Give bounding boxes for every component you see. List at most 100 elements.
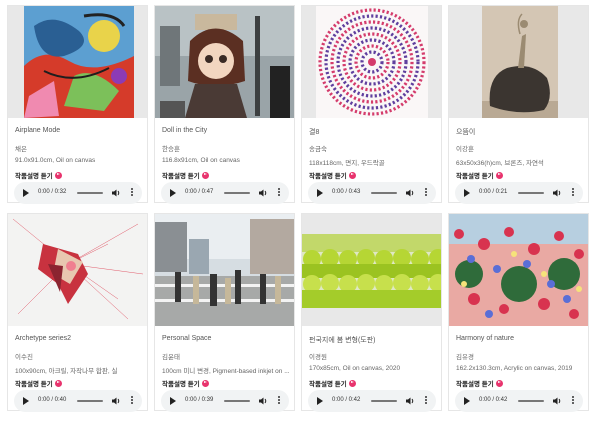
more-options-icon[interactable]	[571, 396, 575, 406]
artwork-card: Harmony of nature 김유경 162.2x130.3cm, Acr…	[448, 213, 589, 412]
artwork-image[interactable]	[155, 6, 294, 118]
volume-icon[interactable]	[258, 396, 268, 406]
artwork-title: Harmony of nature	[456, 335, 514, 342]
play-icon[interactable]	[170, 189, 176, 197]
more-options-icon[interactable]	[277, 396, 281, 406]
audio-time: 0:00 / 0:32	[38, 189, 67, 195]
artwork-image[interactable]	[155, 214, 294, 326]
artwork-image[interactable]	[449, 6, 588, 118]
listen-description-link[interactable]: 작품설명 듣기	[15, 378, 62, 388]
artwork-sculpture	[482, 6, 558, 118]
listen-label: 작품설명 듣기	[15, 381, 53, 388]
artwork-painting	[316, 6, 428, 118]
audio-progress-bar[interactable]	[371, 192, 397, 194]
audio-progress-bar[interactable]	[518, 400, 544, 402]
audio-player: 0:00 / 0:39	[161, 390, 289, 412]
artwork-artist: 김유경	[456, 354, 474, 361]
artwork-painting	[449, 214, 588, 326]
artwork-spec: 63x50x36(h)cm, 브론즈, 자연석	[456, 160, 544, 167]
volume-icon[interactable]	[405, 188, 415, 198]
artwork-artist: 이수진	[15, 354, 33, 361]
artwork-title: 결8	[309, 129, 320, 136]
play-icon[interactable]	[23, 189, 29, 197]
audio-player: 0:00 / 0:47	[161, 182, 289, 204]
artwork-card: Personal Space 김윤태 100cm 미니 변경, Pigment-…	[154, 213, 295, 412]
listen-label: 작품설명 듣기	[309, 381, 347, 388]
listen-description-link[interactable]: 작품설명 듣기	[162, 170, 209, 180]
audio-progress-bar[interactable]	[224, 192, 250, 194]
audio-time: 0:00 / 0:39	[185, 397, 214, 403]
more-options-icon[interactable]	[277, 188, 281, 198]
artwork-card: Archetype series2 이수진 100x90cm, 아크릴, 자작나…	[7, 213, 148, 412]
listen-label: 작품설명 듣기	[162, 381, 200, 388]
artwork-spec: 116.8x91cm, Oil on canvas	[162, 157, 240, 164]
volume-icon[interactable]	[405, 396, 415, 406]
listen-description-link[interactable]: 작품설명 듣기	[456, 170, 503, 180]
audio-progress-bar[interactable]	[518, 192, 544, 194]
artwork-image[interactable]	[8, 214, 147, 326]
artwork-spec: 118x118cm, 면지, 우드락골	[309, 160, 385, 167]
listen-description-link[interactable]: 작품설명 듣기	[309, 378, 356, 388]
listen-label: 작품설명 듣기	[15, 173, 53, 180]
listen-label: 작품설명 듣기	[456, 173, 494, 180]
more-options-icon[interactable]	[424, 188, 428, 198]
volume-icon[interactable]	[111, 188, 121, 198]
more-options-icon[interactable]	[571, 188, 575, 198]
artwork-image[interactable]	[302, 214, 441, 326]
artwork-image[interactable]	[8, 6, 147, 118]
audio-player: 0:00 / 0:42	[455, 390, 583, 412]
listen-description-link[interactable]: 작품설명 듣기	[15, 170, 62, 180]
artwork-card: 펀국지에 봄 변형(도판) 이경원 170x85cm, Oil on canva…	[301, 213, 442, 412]
audio-time: 0:00 / 0:43	[332, 189, 361, 195]
audio-player: 0:00 / 0:32	[14, 182, 142, 204]
audio-progress-bar[interactable]	[371, 400, 397, 402]
play-circle-icon	[495, 171, 503, 179]
audio-progress-bar[interactable]	[224, 400, 250, 402]
artwork-title: Archetype series2	[15, 335, 72, 342]
volume-icon[interactable]	[111, 396, 121, 406]
artwork-image[interactable]	[449, 214, 588, 326]
volume-icon[interactable]	[552, 396, 562, 406]
artwork-spec: 100cm 미니 변경, Pigment-based inkjet on ...	[162, 368, 290, 375]
artwork-painting	[302, 234, 441, 308]
artwork-card: 으뜸이 이강훈 63x50x36(h)cm, 브론즈, 자연석 작품설명 듣기 …	[448, 5, 589, 204]
artwork-card: Doll in the City 한승훈 116.8x91cm, Oil on …	[154, 5, 295, 204]
artwork-image[interactable]	[302, 6, 441, 118]
play-icon[interactable]	[23, 397, 29, 405]
audio-player: 0:00 / 0:40	[14, 390, 142, 412]
volume-icon[interactable]	[552, 188, 562, 198]
more-options-icon[interactable]	[424, 396, 428, 406]
listen-description-link[interactable]: 작품설명 듣기	[456, 378, 503, 388]
audio-time: 0:00 / 0:42	[479, 397, 508, 403]
audio-player: 0:00 / 0:43	[308, 182, 436, 204]
listen-label: 작품설명 듣기	[309, 173, 347, 180]
audio-progress-bar[interactable]	[77, 192, 103, 194]
artwork-spec: 170x85cm, Oil on canvas, 2020	[309, 365, 401, 372]
artwork-card: 결8 송금숙 118x118cm, 면지, 우드락골 작품설명 듣기 0:00 …	[301, 5, 442, 204]
more-options-icon[interactable]	[130, 188, 134, 198]
artwork-spec: 91.0x91.0cm, Oil on canvas	[15, 157, 96, 164]
artwork-title: 으뜸이	[456, 129, 476, 136]
artwork-artist: 채은	[15, 146, 27, 153]
audio-player: 0:00 / 0:42	[308, 390, 436, 412]
play-icon[interactable]	[317, 397, 323, 405]
artwork-title: Airplane Mode	[15, 127, 61, 134]
listen-description-link[interactable]: 작품설명 듣기	[309, 170, 356, 180]
artwork-artist: 이강훈	[456, 146, 474, 153]
artwork-painting	[155, 6, 294, 118]
play-circle-icon	[495, 379, 503, 387]
artwork-artist: 이경원	[309, 354, 327, 361]
artwork-artist: 한승훈	[162, 146, 180, 153]
play-icon[interactable]	[170, 397, 176, 405]
more-options-icon[interactable]	[130, 396, 134, 406]
listen-label: 작품설명 듣기	[456, 381, 494, 388]
audio-time: 0:00 / 0:40	[38, 397, 67, 403]
listen-description-link[interactable]: 작품설명 듣기	[162, 378, 209, 388]
play-icon[interactable]	[464, 189, 470, 197]
audio-time: 0:00 / 0:42	[332, 397, 361, 403]
audio-time: 0:00 / 0:21	[479, 189, 508, 195]
volume-icon[interactable]	[258, 188, 268, 198]
play-icon[interactable]	[317, 189, 323, 197]
audio-progress-bar[interactable]	[77, 400, 103, 402]
play-icon[interactable]	[464, 397, 470, 405]
